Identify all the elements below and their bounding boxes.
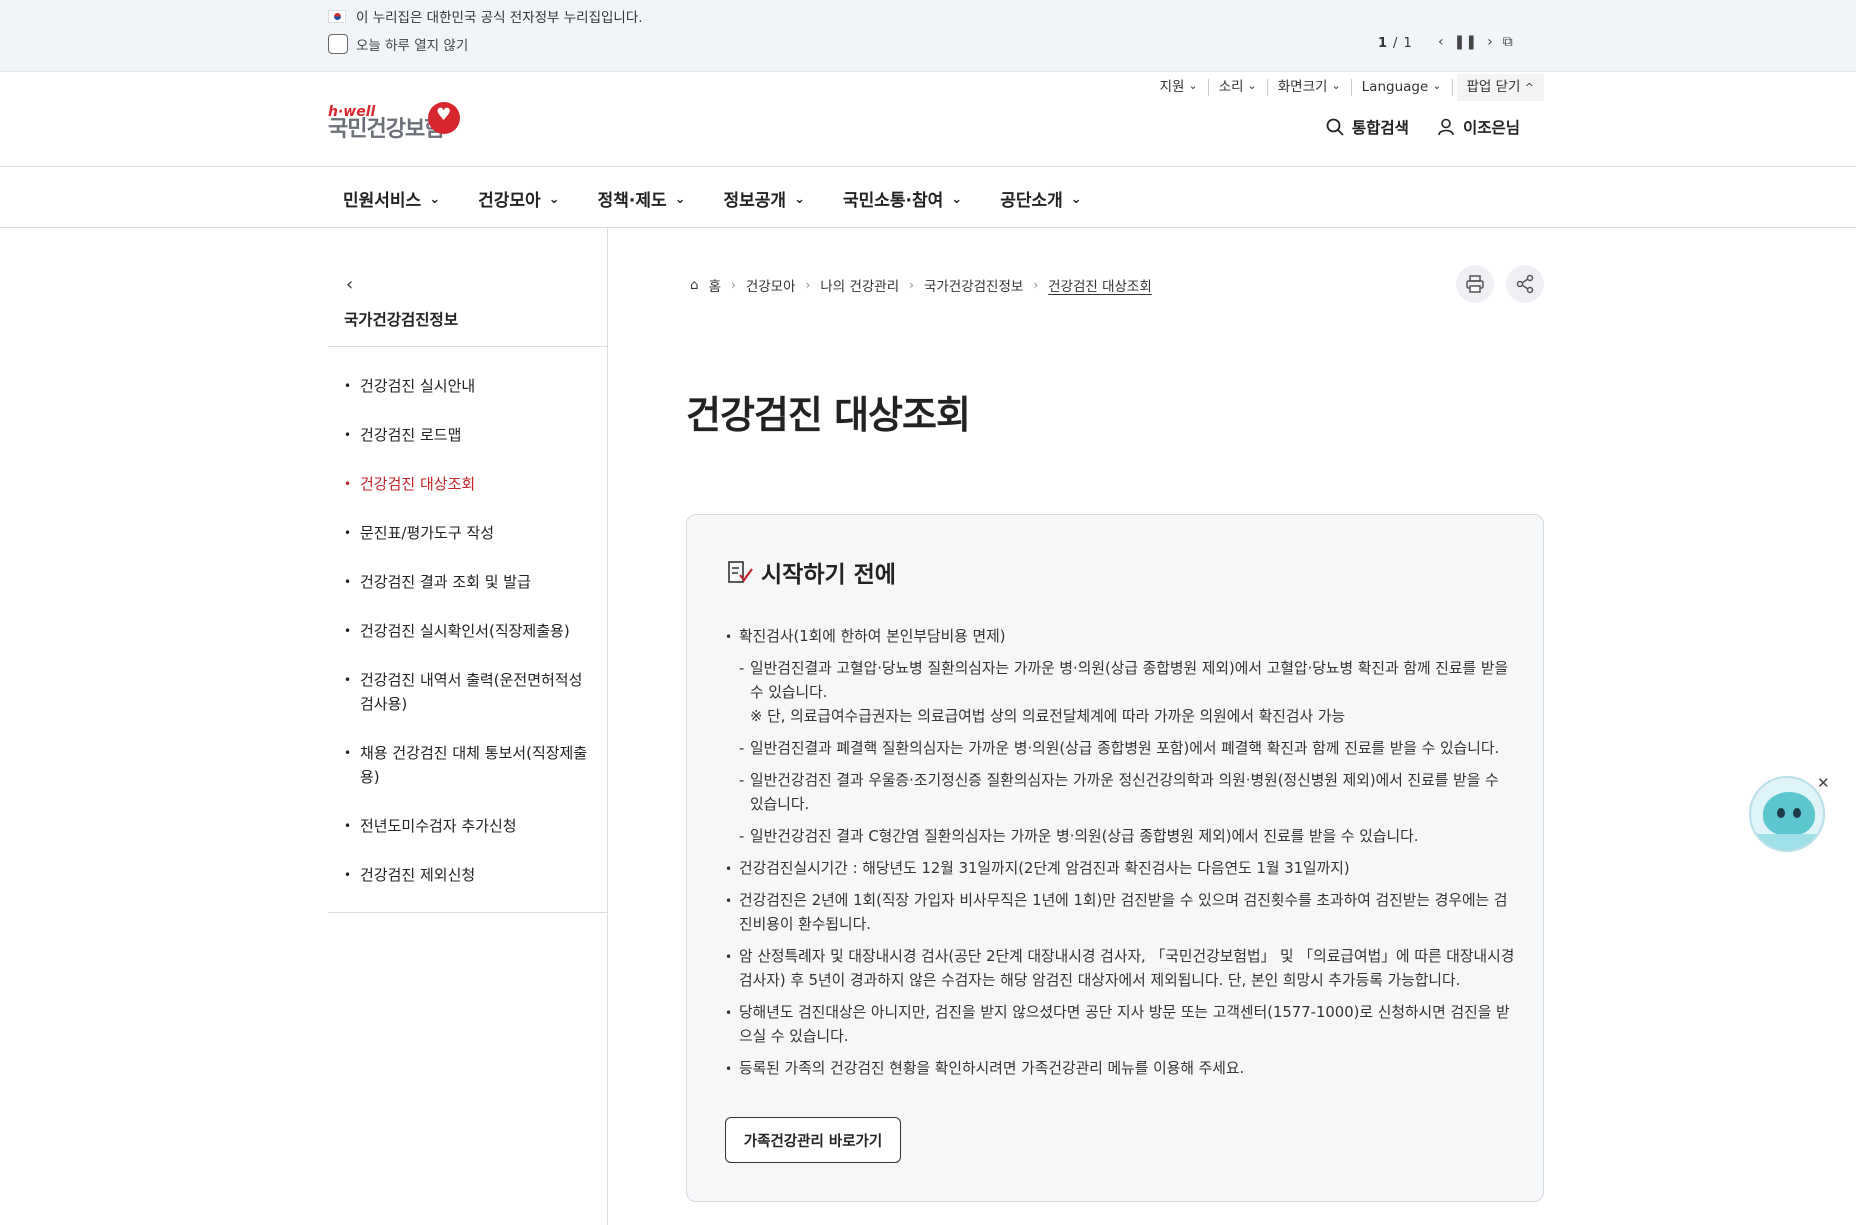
global-nav: 민원서비스 건강모아 정책·제도 정보공개 국민소통·참여 공단소개 xyxy=(0,166,1856,228)
gnb-about[interactable]: 공단소개 xyxy=(1000,186,1081,211)
chevron-right-icon: › xyxy=(1033,278,1039,292)
prev-icon[interactable]: ‹ xyxy=(1438,34,1444,50)
chatbot-eye xyxy=(1793,808,1801,818)
divider xyxy=(328,912,608,913)
dont-show-today-label: 오늘 하루 열지 않기 xyxy=(356,38,469,54)
search-button[interactable]: 통합검색 xyxy=(1326,116,1409,138)
gnb-communication[interactable]: 국민소통·참여 xyxy=(843,186,962,211)
side-nav-item[interactable]: 건강검진 로드맵 xyxy=(344,423,594,447)
user-name: 이조은님 xyxy=(1462,119,1520,137)
chatbot-eye xyxy=(1777,808,1785,818)
heart-logo-icon xyxy=(428,102,460,134)
info-note: ※ 단, 의료급여수급권자는 의료급여법 상의 의료전달체계에 따라 가까운 의… xyxy=(750,708,1346,725)
gnb-civil-service[interactable]: 민원서비스 xyxy=(343,186,440,211)
search-icon xyxy=(1326,118,1344,136)
print-icon xyxy=(1466,275,1484,293)
home-icon: ⌂ xyxy=(690,277,699,293)
side-nav-item[interactable]: 건강검진 결과 조회 및 발급 xyxy=(344,570,594,594)
breadcrumb-item[interactable]: 국가건강검진정보 xyxy=(924,275,1023,295)
print-button[interactable] xyxy=(1456,265,1494,303)
user-menu[interactable]: 이조은님 xyxy=(1437,116,1520,138)
close-popup-button[interactable]: 팝업 닫기 ^ xyxy=(1456,74,1544,101)
header-actions: 통합검색 이조은님 xyxy=(1326,116,1520,138)
chatbot-avatar-icon xyxy=(1763,792,1815,836)
gnb-info-disclosure[interactable]: 정보공개 xyxy=(724,186,805,211)
chevron-right-icon: › xyxy=(909,278,914,292)
confirm-test-text: 확진검사(1회에 한하여 본인부담비용 면제) xyxy=(739,628,1006,645)
info-item: 확진검사(1회에 한하여 본인부담비용 면제) 일반검진결과 고혈압·당뇨병 질… xyxy=(725,625,1515,849)
close-popup-label: 팝업 닫기 xyxy=(1466,79,1521,95)
sound-menu[interactable]: 소리 xyxy=(1209,79,1268,96)
breadcrumb-item[interactable]: 나의 건강관리 xyxy=(820,275,899,295)
side-nav-title: 국가건강검진정보 xyxy=(344,311,459,329)
confirm-test-sublist: 일반검진결과 고혈압·당뇨병 질환의심자는 가까운 병·의원(상급 종합병원 제… xyxy=(739,657,1515,849)
share-button[interactable] xyxy=(1506,265,1544,303)
next-icon[interactable]: › xyxy=(1487,34,1493,50)
dont-show-today-checkbox[interactable] xyxy=(328,34,348,54)
breadcrumb-home[interactable]: 홈 xyxy=(709,275,721,295)
side-nav-item[interactable]: 문진표/평가도구 작성 xyxy=(344,521,594,545)
breadcrumb: ⌂ 홈 › 건강모아 › 나의 건강관리 › 국가건강검진정보 › 건강검진 대… xyxy=(690,275,1152,295)
side-nav-item[interactable]: 건강검진 실시안내 xyxy=(344,374,594,398)
language-menu[interactable]: Language xyxy=(1352,79,1453,96)
breadcrumb-item[interactable]: 건강모아 xyxy=(746,275,796,295)
family-health-button[interactable]: 가족건강관리 바로가기 xyxy=(725,1117,901,1163)
info-subitem: 일반건강검진 결과 우울증·조기정신증 질환의심자는 가까운 정신건강의학과 의… xyxy=(739,769,1515,817)
gnb-policy[interactable]: 정책·제도 xyxy=(598,186,686,211)
pager-separator: / xyxy=(1393,36,1398,51)
info-subitem-text: 일반검진결과 고혈압·당뇨병 질환의심자는 가까운 병·의원(상급 종합병원 제… xyxy=(750,660,1509,701)
info-item: 당해년도 검진대상은 아니지만, 검진을 받지 않으셨다면 공단 지사 방문 또… xyxy=(725,1001,1515,1049)
support-menu[interactable]: 지원 xyxy=(1150,79,1209,96)
korea-flag-icon xyxy=(328,9,346,23)
page-actions xyxy=(1456,265,1544,303)
side-nav-item[interactable]: 건강검진 실시확인서(직장제출용) xyxy=(344,619,594,643)
chatbot-base xyxy=(1751,834,1823,850)
chatbot-close-icon[interactable]: ✕ xyxy=(1817,774,1830,792)
checklist-icon xyxy=(728,561,753,583)
side-nav: ‹ 국가건강검진정보 건강검진 실시안내 건강검진 로드맵 건강검진 대상조회 … xyxy=(328,228,608,1225)
side-nav-item-active[interactable]: 건강검진 대상조회 xyxy=(344,472,594,496)
chatbot-launcher[interactable] xyxy=(1749,776,1825,852)
side-nav-item[interactable]: 채용 건강검진 대체 통보서(직장제출용) xyxy=(344,741,594,789)
side-nav-item[interactable]: 전년도미수검자 추가신청 xyxy=(344,814,594,838)
back-chevron-icon[interactable]: ‹ xyxy=(346,274,353,295)
screen-size-menu[interactable]: 화면크기 xyxy=(1268,79,1352,96)
info-subitem: 일반검진결과 고혈압·당뇨병 질환의심자는 가까운 병·의원(상급 종합병원 제… xyxy=(739,657,1515,729)
share-icon xyxy=(1516,274,1534,294)
search-label: 통합검색 xyxy=(1351,119,1409,137)
popup-list-icon[interactable]: ⧉ xyxy=(1503,34,1513,50)
gnb-health-moa[interactable]: 건강모아 xyxy=(478,186,559,211)
gov-notice: 이 누리집은 대한민국 공식 전자정부 누리집입니다. xyxy=(328,6,643,26)
divider xyxy=(328,346,608,347)
info-subitem: 일반검진결과 폐결핵 질환의심자는 가까운 병·의원(상급 종합병원 포함)에서… xyxy=(739,737,1515,761)
side-nav-item[interactable]: 건강검진 내역서 출력(운전면허적성검사용) xyxy=(344,668,594,716)
breadcrumb-current[interactable]: 건강검진 대상조회 xyxy=(1048,275,1152,295)
user-icon xyxy=(1438,118,1454,136)
logo-name: 국민건강보험 xyxy=(328,117,444,142)
gov-banner: 이 누리집은 대한민국 공식 전자정부 누리집입니다. 오늘 하루 열지 않기 … xyxy=(0,0,1856,72)
before-start-box: 시작하기 전에 확진검사(1회에 한하여 본인부담비용 면제) 일반검진결과 고… xyxy=(686,514,1544,1202)
page-title: 건강검진 대상조회 xyxy=(686,393,971,437)
chevron-up-icon: ^ xyxy=(1524,81,1534,94)
info-item: 암 산정특례자 및 대장내시경 검사(공단 2단계 대장내시경 검사자, 「국민… xyxy=(725,945,1515,993)
pause-icon[interactable]: ❚❚ xyxy=(1454,34,1477,50)
popup-pager-controls: ‹ ❚❚ › ⧉ xyxy=(1438,34,1513,50)
gov-notice-text: 이 누리집은 대한민국 공식 전자정부 누리집입니다. xyxy=(356,10,643,26)
info-item: 건강검진은 2년에 1회(직장 가입자 비사무직은 1년에 1회)만 검진받을 … xyxy=(725,889,1515,937)
before-start-heading: 시작하기 전에 xyxy=(727,555,896,589)
info-item: 등록된 가족의 건강검진 현황을 확인하시려면 가족건강관리 메뉴를 이용해 주… xyxy=(725,1057,1515,1081)
popup-pager: 1 / 1 xyxy=(1378,36,1412,51)
before-start-title: 시작하기 전에 xyxy=(761,562,896,588)
chevron-right-icon: › xyxy=(731,278,736,292)
info-item: 건강검진실시기간 : 해당년도 12월 31일까지(2단계 암검진과 확진검사는… xyxy=(725,857,1515,881)
chevron-right-icon: › xyxy=(805,278,811,292)
side-nav-item[interactable]: 건강검진 제외신청 xyxy=(344,863,594,887)
nhis-logo[interactable]: h·well 국민건강보험 xyxy=(328,102,460,142)
info-list: 확진검사(1회에 한하여 본인부담비용 면제) 일반검진결과 고혈압·당뇨병 질… xyxy=(725,625,1515,1089)
info-subitem: 일반건강검진 결과 C형간염 질환의심자는 가까운 병·의원(상급 종합병원 제… xyxy=(739,825,1515,849)
utility-menu: 지원 소리 화면크기 Language 팝업 닫기 ^ xyxy=(1150,74,1544,101)
pager-current: 1 xyxy=(1378,36,1388,51)
dont-show-today[interactable]: 오늘 하루 열지 않기 xyxy=(328,34,468,54)
pager-total: 1 xyxy=(1403,36,1412,51)
